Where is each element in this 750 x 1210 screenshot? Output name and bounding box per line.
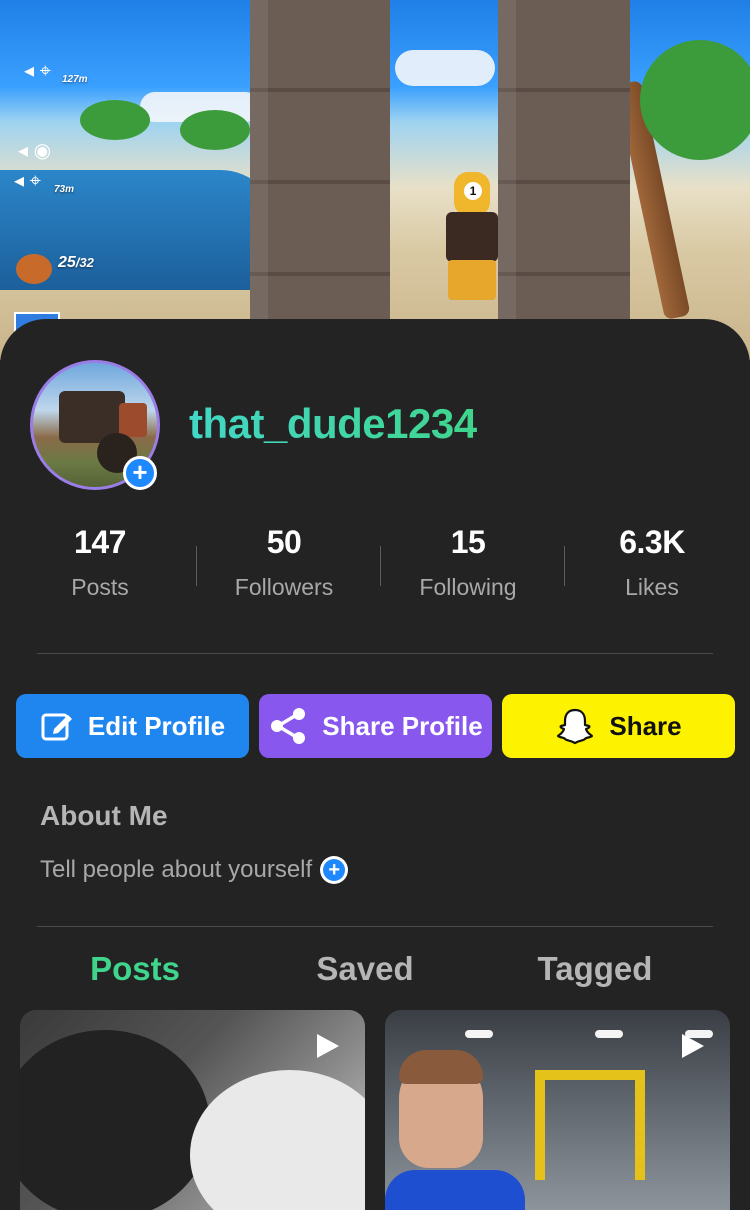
hud-counter-value: 25 xyxy=(58,254,76,271)
person-hair xyxy=(399,1050,483,1084)
hud-distance-2: 73m xyxy=(54,184,75,195)
map-marker-icon: ◂ ⌖ xyxy=(14,170,41,192)
thumbnail-shape xyxy=(190,1070,365,1210)
hud-counter-total: /32 xyxy=(75,255,94,270)
tab-saved[interactable]: Saved xyxy=(250,950,480,988)
player-number-badge: 1 xyxy=(464,182,482,200)
tab-tagged[interactable]: Tagged xyxy=(480,950,710,988)
cloud xyxy=(395,50,495,86)
thumbnail-shape xyxy=(20,1030,210,1210)
stat-value: 6.3K xyxy=(619,524,685,560)
play-icon xyxy=(317,1034,339,1058)
stat-label: Followers xyxy=(234,574,334,600)
edit-profile-label: Edit Profile xyxy=(87,710,226,741)
hud-counter: 25/32 xyxy=(58,254,94,272)
palm-foliage xyxy=(640,40,750,160)
share-nodes-icon xyxy=(271,708,306,744)
snapchat-share-label: Share xyxy=(609,710,682,741)
stat-value: 50 xyxy=(266,524,302,560)
map-marker-icon: ◂ ⌖ xyxy=(24,60,51,82)
lego-character: 1 xyxy=(432,172,512,302)
palm-foliage xyxy=(180,110,250,150)
share-profile-label: Share Profile xyxy=(322,710,483,741)
stat-followers[interactable]: 50 Followers xyxy=(192,520,376,601)
ceiling-light xyxy=(595,1030,623,1038)
snapchat-ghost-icon xyxy=(557,708,594,745)
username: that_dude1234 xyxy=(189,400,477,447)
character-portrait-icon xyxy=(16,254,52,284)
share-profile-button[interactable]: Share Profile xyxy=(259,694,492,758)
person-shirt xyxy=(385,1170,525,1210)
stat-value: 147 xyxy=(74,524,126,560)
about-me-title: About Me xyxy=(40,800,168,831)
stat-following[interactable]: 15 Following xyxy=(376,520,560,601)
about-me-prompt[interactable]: Tell people about yourself + xyxy=(40,856,349,884)
character-legs xyxy=(448,260,496,300)
stat-label: Following xyxy=(419,574,517,600)
edit-profile-button[interactable]: Edit Profile xyxy=(16,694,249,758)
stat-label: Posts xyxy=(71,574,129,600)
stat-label: Likes xyxy=(625,574,679,600)
palm-foliage xyxy=(80,100,150,140)
stat-likes[interactable]: 6.3K Likes xyxy=(560,520,744,601)
tab-posts[interactable]: Posts xyxy=(20,950,250,988)
forklift xyxy=(535,1070,645,1180)
ceiling-light xyxy=(465,1030,493,1038)
avatar-add-button[interactable]: + xyxy=(123,456,157,490)
character-body xyxy=(446,212,498,262)
plus-icon: + xyxy=(323,859,346,881)
character-head: 1 xyxy=(454,172,490,216)
stat-value: 15 xyxy=(450,524,486,560)
hud-distance-1: 127m xyxy=(62,74,88,85)
post-thumbnail[interactable] xyxy=(385,1010,730,1210)
snapchat-share-button[interactable]: Share xyxy=(502,694,735,758)
divider xyxy=(37,926,713,927)
post-thumbnail[interactable] xyxy=(20,1010,365,1210)
stats-row: 147 Posts 50 Followers 15 Following 6.3K… xyxy=(0,520,750,620)
stone-pillar xyxy=(250,0,390,320)
edit-square-icon xyxy=(41,713,72,741)
play-icon xyxy=(682,1034,704,1058)
about-add-button[interactable]: + xyxy=(320,856,349,884)
plus-icon: + xyxy=(132,457,148,487)
stat-posts[interactable]: 147 Posts xyxy=(8,520,192,601)
header-banner-image: 1 ◂ ⌖ 127m ◂ ◉ ◂ ⌖ 73m 25/32 xyxy=(0,0,750,360)
stone-pillar xyxy=(498,0,630,320)
about-me-placeholder: Tell people about yourself xyxy=(40,856,313,883)
avatar-tractor-engine xyxy=(119,403,147,437)
player-marker-icon: ◂ ◉ xyxy=(18,140,52,162)
divider xyxy=(37,653,713,654)
